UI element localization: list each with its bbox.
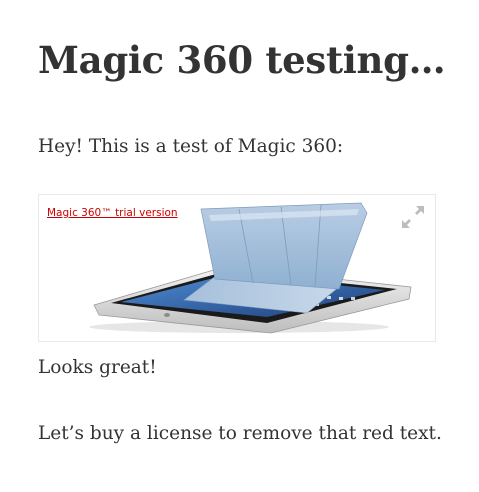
post-title: Magic 360 testing… [38,38,446,82]
magic360-viewer[interactable]: Magic 360™ trial version [38,194,436,342]
trial-version-link[interactable]: Magic 360™ trial version [47,207,178,219]
expand-arrows-icon[interactable] [399,203,427,231]
intro-paragraph: Hey! This is a test of Magic 360: [38,136,344,157]
closing-paragraph: Let’s buy a license to remove that red t… [38,423,442,444]
after-image-paragraph: Looks great! [38,357,157,378]
